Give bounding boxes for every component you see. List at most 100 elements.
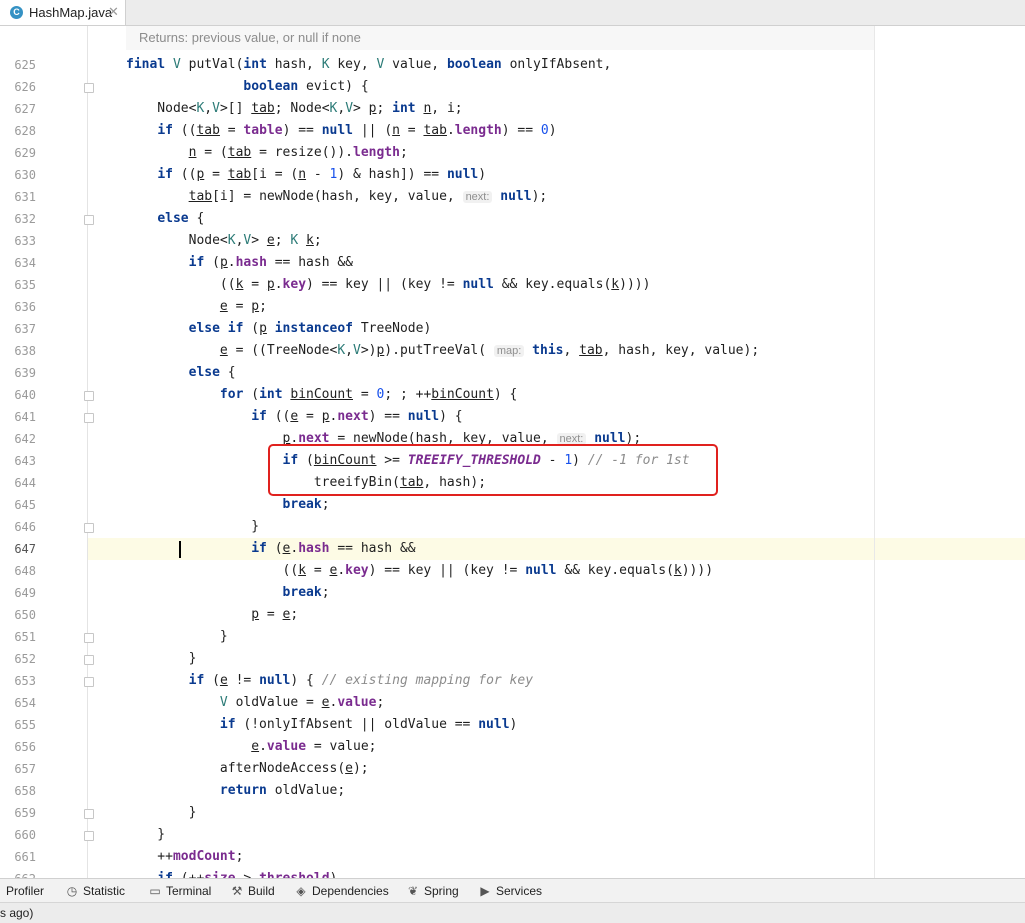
dependencies-icon: ◈ [296, 884, 306, 898]
code-line: if (p.hash == hash && [188, 255, 353, 270]
build-label: Build [248, 884, 275, 898]
code-line: afterNodeAccess(e); [126, 761, 369, 776]
services-tab[interactable]: ▶ Services [479, 884, 542, 898]
services-label: Services [496, 884, 543, 898]
terminal-label: Terminal [166, 884, 212, 898]
line-number: 654 [14, 696, 36, 710]
status-bar: s ago) [0, 902, 1025, 923]
code-line: p = e; [251, 607, 299, 622]
code-line: if ((e = p.next) == null) { [251, 409, 463, 424]
code-line: for (int binCount = 0; ; ++binCount) { [219, 387, 518, 402]
fold-marker-icon[interactable] [84, 831, 94, 841]
code-line: return oldValue; [219, 783, 346, 798]
code-line: break; [282, 497, 330, 512]
line-number: 634 [14, 256, 36, 270]
code-line: } [126, 651, 197, 666]
statistic-label: Statistic [83, 884, 126, 898]
statistic-icon: ◷ [66, 884, 78, 898]
line-number: 626 [14, 80, 36, 94]
line-number: 625 [14, 58, 36, 72]
hammer-icon: ⚒ [231, 884, 243, 898]
line-number: 636 [14, 300, 36, 314]
fold-marker-icon[interactable] [84, 633, 94, 643]
code-line: e.value = value; [251, 739, 377, 754]
dependencies-tab[interactable]: ◈ Dependencies [295, 884, 389, 898]
code-line: final V putVal(int hash, K key, V value,… [126, 57, 612, 72]
code-line: boolean evict) { [243, 79, 369, 94]
code-line: n = (tab = resize()).length; [188, 145, 408, 160]
line-number: 642 [14, 432, 36, 446]
code-line: e = p; [219, 299, 267, 314]
fold-marker-icon[interactable] [84, 655, 94, 665]
inline-doc-hint: Returns: previous value, or null if none [126, 26, 874, 50]
annotation-highlight-box [268, 444, 718, 496]
fold-marker-icon[interactable] [84, 391, 94, 401]
spring-tab[interactable]: ❦ Spring [407, 884, 459, 898]
fold-marker-icon[interactable] [84, 809, 94, 819]
line-number: 646 [14, 520, 36, 534]
line-number: 648 [14, 564, 36, 578]
text-caret [179, 541, 181, 558]
code-line: else if (p instanceof TreeNode) [188, 321, 432, 336]
code-line: if (++size > threshold) [126, 868, 337, 878]
fold-marker-icon[interactable] [84, 523, 94, 533]
line-number: 651 [14, 630, 36, 644]
line-number: 650 [14, 608, 36, 622]
file-tab-label: HashMap.java [29, 5, 113, 20]
code-line: Node<K,V> e; K k; [126, 233, 322, 248]
java-class-icon: C [10, 6, 23, 19]
line-number: 631 [14, 190, 36, 204]
services-icon: ▶ [480, 884, 490, 898]
dependencies-label: Dependencies [312, 884, 389, 898]
line-number: 627 [14, 102, 36, 116]
close-icon[interactable]: ✕ [108, 4, 119, 20]
code-line: else { [188, 365, 236, 380]
code-line: break; [282, 585, 330, 600]
line-number: 645 [14, 498, 36, 512]
code-line: Node<K,V>[] tab; Node<K,V> p; int n, i; [126, 101, 463, 116]
code-line: ((k = p.key) == key || (key != null && k… [126, 277, 651, 292]
line-number: 661 [14, 850, 36, 864]
code-line: } [126, 519, 260, 534]
line-number: 639 [14, 366, 36, 380]
code-line: V oldValue = e.value; [219, 695, 385, 710]
line-number: 652 [14, 652, 36, 666]
code-line-current: if (e.hash == hash && [251, 541, 416, 556]
build-tab[interactable]: ⚒ Build [231, 884, 275, 898]
fold-marker-icon[interactable] [84, 677, 94, 687]
line-number: 659 [14, 806, 36, 820]
line-number: 638 [14, 344, 36, 358]
code-line: tab[i] = newNode(hash, key, value, next:… [188, 189, 548, 204]
terminal-icon: ▭ [149, 884, 161, 898]
profiler-tab[interactable]: Profiler [6, 884, 44, 898]
file-tab-hashmap[interactable]: C HashMap.java ✕ [0, 0, 126, 25]
fold-marker-icon[interactable] [84, 83, 94, 93]
code-line: ++modCount; [126, 849, 244, 864]
line-number: 643 [14, 454, 36, 468]
line-number: 628 [14, 124, 36, 138]
line-number: 656 [14, 740, 36, 754]
code-line: if (e != null) { // existing mapping for… [188, 673, 534, 688]
code-line: ((k = e.key) == key || (key != null && k… [126, 563, 714, 578]
editor-tab-bar: C HashMap.java ✕ [0, 0, 1025, 26]
line-number: 632 [14, 212, 36, 226]
code-editor[interactable]: Returns: previous value, or null if none… [0, 26, 1025, 878]
code-line: } [126, 827, 166, 842]
line-number: 660 [14, 828, 36, 842]
fold-marker-icon[interactable] [84, 413, 94, 423]
tool-window-bar: Profiler ◷ Statistic ▭ Terminal ⚒ Build ◈ De… [0, 878, 1025, 902]
statistic-tab[interactable]: ◷ Statistic [66, 884, 125, 898]
status-text: s ago) [0, 906, 34, 920]
line-number: 653 [14, 674, 36, 688]
line-number: 644 [14, 476, 36, 490]
right-margin-guide [874, 26, 875, 878]
terminal-tab[interactable]: ▭ Terminal [149, 884, 211, 898]
line-number: 657 [14, 762, 36, 776]
code-line: } [126, 629, 228, 644]
line-number: 662 [0, 868, 36, 878]
line-number: 629 [14, 146, 36, 160]
fold-marker-icon[interactable] [84, 215, 94, 225]
spring-label: Spring [424, 884, 459, 898]
line-number: 641 [14, 410, 36, 424]
code-line: if ((p = tab[i = (n - 1) & hash]) == nul… [157, 167, 487, 182]
